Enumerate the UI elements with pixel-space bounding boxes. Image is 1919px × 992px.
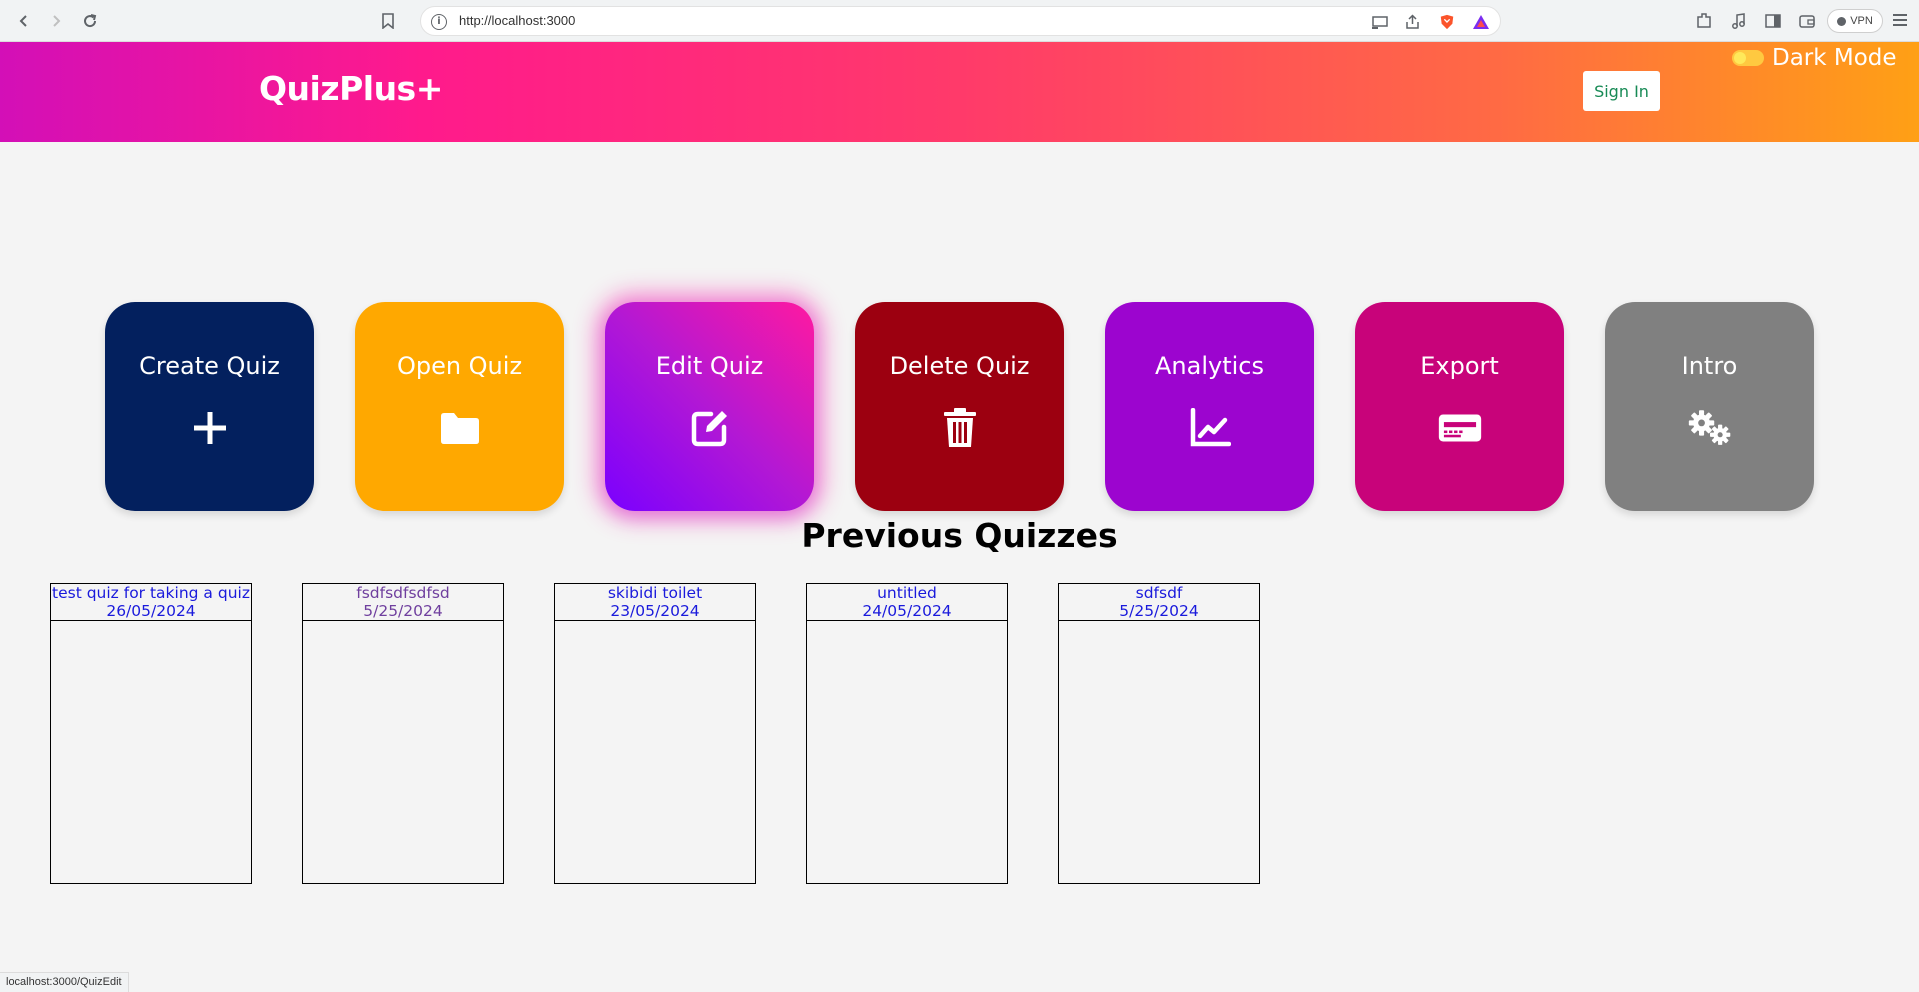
sign-in-button[interactable]: Sign In: [1583, 71, 1660, 111]
forward-icon[interactable]: [44, 9, 68, 33]
reload-icon[interactable]: [78, 9, 102, 33]
quiz-card[interactable]: test quiz for taking a quiz 26/05/2024: [50, 583, 252, 884]
quiz-date: 24/05/2024: [862, 601, 952, 620]
quiz-date: 26/05/2024: [106, 601, 196, 620]
edit-icon: [688, 406, 732, 450]
dark-mode-label: Dark Mode: [1772, 45, 1897, 71]
browser-menu-icon[interactable]: [1893, 14, 1907, 26]
export-tile[interactable]: Export: [1355, 302, 1564, 511]
brave-shield-icon[interactable]: [1438, 14, 1456, 30]
quiz-card[interactable]: skibidi toilet 23/05/2024: [554, 583, 756, 884]
quiz-date: 5/25/2024: [363, 601, 443, 620]
brave-rewards-icon[interactable]: [1472, 14, 1490, 30]
extensions-icon[interactable]: [1694, 11, 1714, 31]
quiz-date: 5/25/2024: [1119, 601, 1199, 620]
edit-quiz-tile[interactable]: Edit Quiz: [605, 302, 814, 511]
chart-line-icon: [1188, 406, 1232, 450]
sidebar-icon[interactable]: [1763, 11, 1783, 31]
delete-quiz-tile[interactable]: Delete Quiz: [855, 302, 1064, 511]
intro-tile[interactable]: Intro: [1605, 302, 1814, 511]
quiz-card[interactable]: fsdfsdfsdfsd 5/25/2024: [302, 583, 504, 884]
dark-mode-toggle[interactable]: Dark Mode: [1732, 45, 1897, 71]
quiz-card-header[interactable]: test quiz for taking a quiz 26/05/2024: [51, 584, 251, 621]
site-info-icon[interactable]: i: [431, 14, 447, 30]
quiz-card[interactable]: untitled 24/05/2024: [806, 583, 1008, 884]
quiz-card-header[interactable]: skibidi toilet 23/05/2024: [555, 584, 755, 621]
quiz-date: 23/05/2024: [610, 601, 700, 620]
vpn-label: VPN: [1850, 15, 1873, 27]
music-icon[interactable]: [1729, 11, 1749, 31]
quiz-card-header[interactable]: untitled 24/05/2024: [807, 584, 1007, 621]
address-bar[interactable]: i http://localhost:3000: [382, 6, 1501, 36]
plus-icon: [188, 406, 232, 450]
vpn-button[interactable]: VPN: [1827, 9, 1883, 33]
export-card-icon: [1438, 406, 1482, 450]
folder-icon: [438, 406, 482, 450]
wallet-icon[interactable]: [1797, 11, 1817, 31]
tile-label: Create Quiz: [139, 352, 280, 380]
tile-label: Edit Quiz: [655, 352, 764, 380]
status-bar-url: localhost:3000/QuizEdit: [0, 972, 129, 992]
gears-icon: [1688, 406, 1732, 450]
quiz-name[interactable]: skibidi toilet: [555, 584, 755, 603]
share-icon[interactable]: [1404, 14, 1422, 30]
bookmark-icon[interactable]: [381, 13, 395, 29]
app-header: QuizPlus+ Sign In Dark Mode: [0, 42, 1919, 142]
open-quiz-tile[interactable]: Open Quiz: [355, 302, 564, 511]
quiz-card-header[interactable]: sdfsdf 5/25/2024: [1059, 584, 1259, 621]
quiz-card[interactable]: sdfsdf 5/25/2024: [1058, 583, 1260, 884]
create-quiz-tile[interactable]: Create Quiz: [105, 302, 314, 511]
trash-icon: [938, 406, 982, 450]
toggle-switch[interactable]: [1732, 50, 1764, 66]
previous-quizzes-title: Previous Quizzes: [801, 516, 1118, 555]
tile-label: Analytics: [1155, 352, 1264, 380]
tile-label: Intro: [1681, 352, 1738, 380]
analytics-tile[interactable]: Analytics: [1105, 302, 1314, 511]
tile-label: Delete Quiz: [889, 352, 1030, 380]
url-text[interactable]: http://localhost:3000: [459, 13, 575, 28]
quiz-name[interactable]: fsdfsdfsdfsd: [303, 584, 503, 603]
vpn-status-icon: [1837, 16, 1847, 26]
tile-label: Open Quiz: [396, 352, 523, 380]
tile-label: Export: [1420, 352, 1499, 380]
app-logo[interactable]: QuizPlus+: [259, 69, 443, 108]
quiz-name[interactable]: untitled: [807, 584, 1007, 603]
quiz-name[interactable]: test quiz for taking a quiz: [51, 584, 251, 603]
quiz-name[interactable]: sdfsdf: [1059, 584, 1259, 603]
back-icon[interactable]: [12, 9, 36, 33]
browser-toolbar: i http://localhost:3000 VPN: [0, 0, 1919, 42]
quiz-card-header[interactable]: fsdfsdfsdfsd 5/25/2024: [303, 584, 503, 621]
cast-icon[interactable]: [1371, 14, 1389, 30]
